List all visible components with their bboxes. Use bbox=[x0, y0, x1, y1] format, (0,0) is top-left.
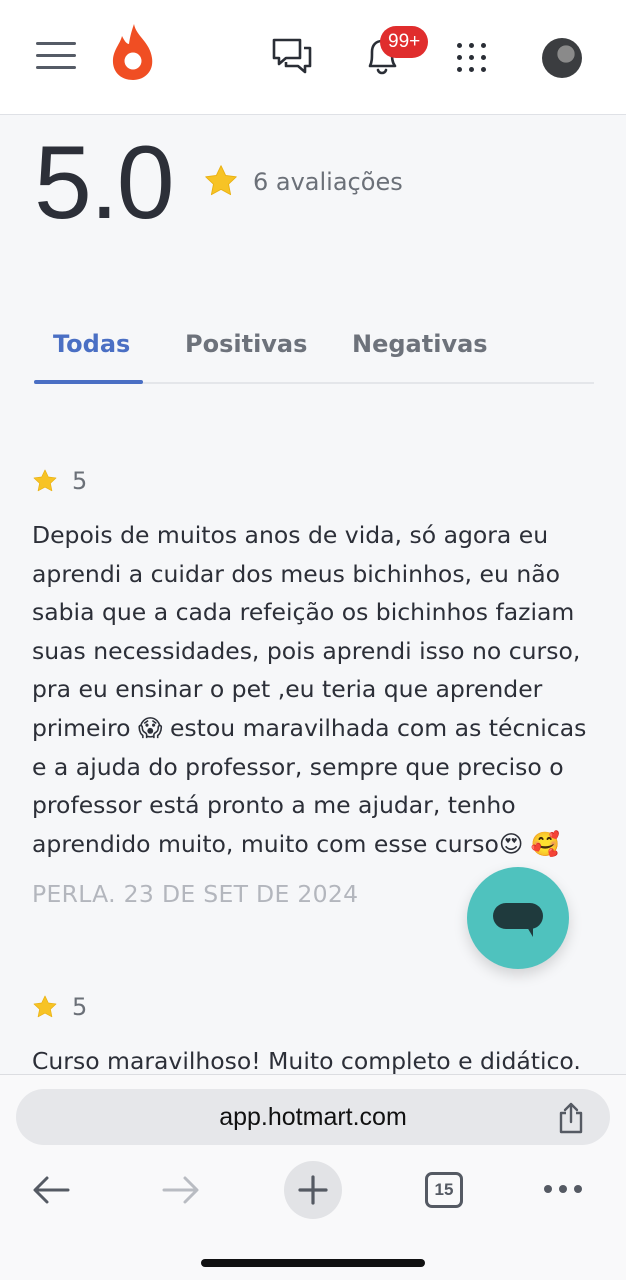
review-rating: 5 bbox=[32, 466, 592, 496]
active-tab-indicator bbox=[34, 380, 143, 384]
new-tab-button[interactable] bbox=[284, 1161, 342, 1219]
review-filter-tabs: Todas Positivas Negativas bbox=[34, 320, 594, 384]
review-rating-value: 5 bbox=[72, 467, 88, 495]
chat-bubble-icon bbox=[493, 903, 543, 937]
top-header: 99+ bbox=[0, 0, 626, 115]
tab-todas[interactable]: Todas bbox=[53, 328, 130, 360]
review-rating: 5 bbox=[32, 992, 592, 1022]
plus-icon bbox=[298, 1175, 328, 1205]
avatar[interactable] bbox=[542, 38, 582, 78]
tab-negativas[interactable]: Negativas bbox=[352, 328, 488, 360]
review-text: Depois de muitos anos de vida, só agora … bbox=[32, 521, 587, 858]
tab-positivas[interactable]: Positivas bbox=[185, 328, 307, 360]
rating-score: 5.0 bbox=[34, 125, 175, 241]
review-item: 5 Depois de muitos anos de vida, só agor… bbox=[32, 466, 592, 911]
star-icon bbox=[205, 165, 237, 196]
home-indicator[interactable] bbox=[201, 1259, 425, 1267]
address-bar[interactable]: app.hotmart.com bbox=[16, 1089, 610, 1145]
review-item: 5 Curso maravilhoso! Muito completo e di… bbox=[32, 992, 592, 1081]
reviews-count: 6 avaliações bbox=[253, 168, 403, 196]
chat-icon[interactable] bbox=[270, 36, 314, 76]
support-chat-button[interactable] bbox=[467, 867, 569, 969]
apps-grid-icon[interactable] bbox=[456, 42, 488, 74]
share-icon[interactable] bbox=[556, 1101, 586, 1135]
tabs-count-button[interactable]: 15 bbox=[425, 1172, 463, 1208]
forward-arrow-icon[interactable] bbox=[160, 1173, 202, 1207]
star-icon bbox=[33, 469, 57, 492]
star-icon bbox=[33, 995, 57, 1018]
review-rating-value: 5 bbox=[72, 993, 88, 1021]
browser-toolbar: app.hotmart.com 15 bbox=[0, 1074, 626, 1280]
hotmart-flame-logo[interactable] bbox=[110, 22, 156, 82]
menu-icon[interactable] bbox=[36, 42, 76, 70]
more-options-icon[interactable] bbox=[544, 1185, 582, 1195]
notifications-badge[interactable]: 99+ bbox=[380, 26, 429, 58]
url-text: app.hotmart.com bbox=[219, 1103, 407, 1131]
back-arrow-icon[interactable] bbox=[30, 1173, 72, 1207]
